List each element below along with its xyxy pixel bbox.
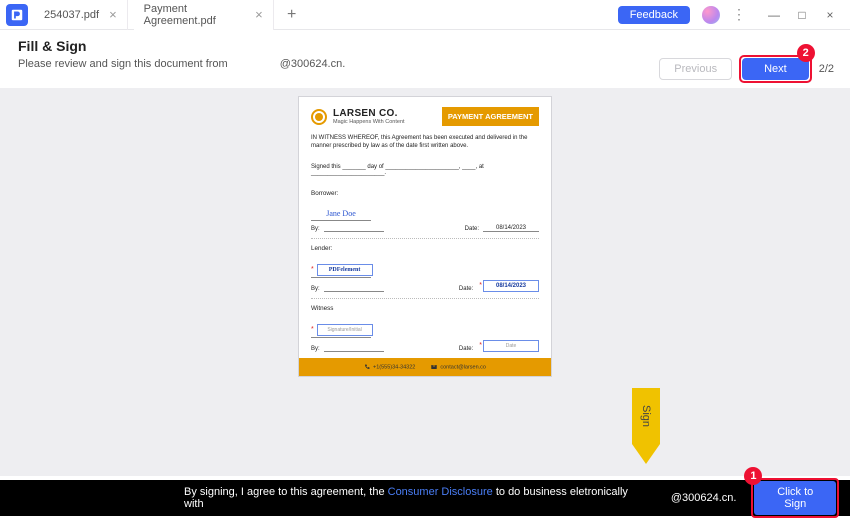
annotation-step-2: 2 [797, 44, 815, 62]
company-logo-icon [311, 109, 327, 125]
minimize-button[interactable]: — [760, 1, 788, 29]
borrower-label: Borrower: [311, 190, 539, 197]
footer-phone: +1(555)34-34322 [364, 364, 415, 370]
required-icon: * [311, 266, 314, 273]
feedback-button[interactable]: Feedback [618, 6, 690, 24]
next-button[interactable]: Next [742, 58, 809, 80]
lender-date-field[interactable]: 08/14/2023 [483, 280, 539, 292]
witness-signature-field[interactable]: Signature/Initial [317, 324, 373, 336]
witness-label: Witness [311, 305, 539, 312]
consumer-disclosure-link[interactable]: Consumer Disclosure [388, 486, 493, 498]
tab-label: 254037.pdf [44, 9, 99, 21]
required-icon: * [311, 326, 314, 333]
witness-by-row: By: Date: *Date [311, 340, 539, 352]
lender-label: Lender: [311, 245, 539, 252]
agree-text: By signing, I agree to this agreement, t… [184, 486, 631, 510]
lender-by-row: By: Date: *08/14/2023 [311, 280, 539, 292]
sign-bar: By signing, I agree to this agreement, t… [0, 480, 850, 516]
close-icon[interactable]: × [109, 8, 117, 21]
new-tab-button[interactable]: + [280, 6, 304, 24]
previous-button: Previous [659, 58, 732, 80]
avatar[interactable] [702, 6, 720, 24]
witness-whereof-text: IN WITNESS WHEREOF, this Agreement has b… [311, 134, 539, 150]
close-button[interactable]: × [816, 1, 844, 29]
kebab-menu-icon[interactable]: ⋮ [732, 6, 746, 23]
required-icon: * [479, 282, 482, 289]
sign-hint-arrow: Sign [632, 388, 660, 466]
title-bar: 254037.pdf × Payment Agreement.pdf × + F… [0, 0, 850, 30]
company-tagline: Magic Happens With Content [333, 119, 405, 125]
borrower-by-row: By: Date: 08/14/2023 [311, 223, 539, 232]
agree-from: @300624.cn. [671, 492, 737, 504]
lender-signature-field[interactable]: PDFelement [317, 264, 373, 276]
signed-date-line: Signed this _______ day of _____________… [311, 164, 539, 176]
tab-label: Payment Agreement.pdf [144, 3, 245, 27]
page-indicator: 2/2 [819, 63, 834, 75]
pdf-document: LARSEN CO. Magic Happens With Content PA… [298, 96, 552, 377]
witness-date-field[interactable]: Date [483, 340, 539, 352]
close-icon[interactable]: × [255, 8, 263, 21]
app-icon [6, 4, 28, 26]
company-name: LARSEN CO. [333, 108, 405, 119]
tab-254037[interactable]: 254037.pdf × [34, 0, 128, 30]
document-footer: +1(555)34-34322 contact@larsen.co [299, 358, 551, 376]
fill-sign-header: Fill & Sign Please review and sign this … [0, 30, 850, 88]
required-icon: * [479, 342, 482, 349]
footer-email: contact@larsen.co [431, 364, 486, 370]
window-controls: — □ × [760, 1, 844, 29]
document-canvas: LARSEN CO. Magic Happens With Content PA… [0, 88, 850, 476]
page-title: Fill & Sign [18, 38, 345, 54]
borrower-signature: Jane Doe [311, 209, 371, 218]
maximize-button[interactable]: □ [788, 1, 816, 29]
tab-payment-agreement[interactable]: Payment Agreement.pdf × [134, 0, 274, 30]
document-title-badge: PAYMENT AGREEMENT [442, 107, 539, 126]
page-subtitle: Please review and sign this document fro… [18, 58, 345, 70]
click-to-sign-button[interactable]: Click to Sign [754, 481, 836, 515]
